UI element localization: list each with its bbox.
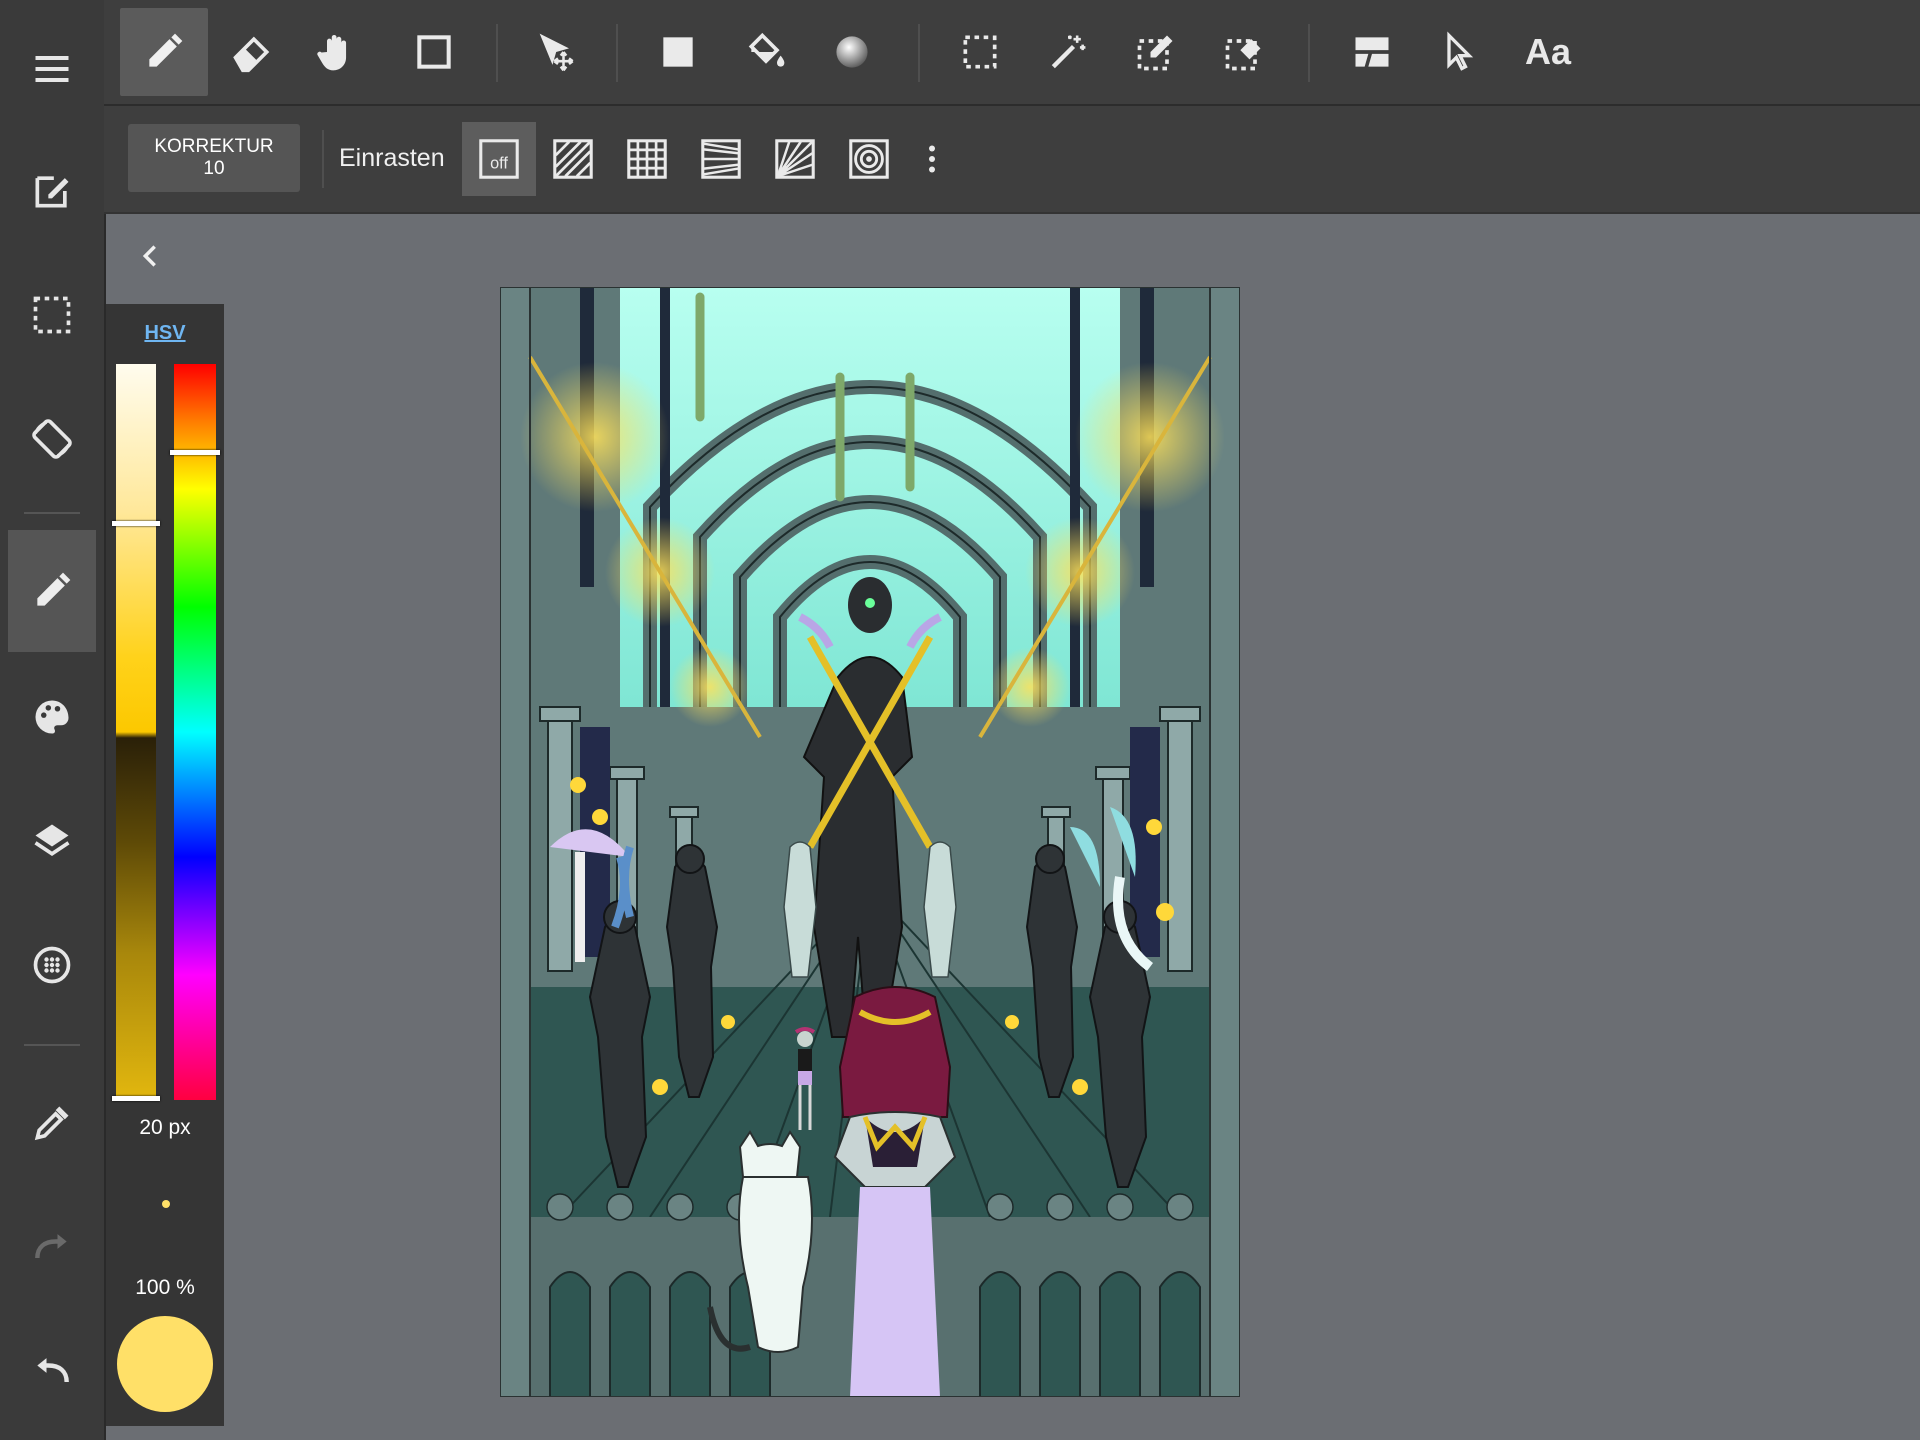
snap-off-text: off — [490, 155, 508, 173]
frame-tool-button[interactable] — [1328, 8, 1416, 96]
current-color-swatch[interactable] — [117, 1316, 213, 1412]
rotate-screen-icon — [32, 419, 72, 459]
snap-radial-icon — [775, 139, 815, 179]
select-eraser-tool-button[interactable] — [1200, 8, 1288, 96]
subbar-divider — [322, 130, 324, 188]
edit-document-icon — [35, 176, 69, 208]
pointer-tool-button[interactable] — [1416, 8, 1504, 96]
correction-label: KORREKTUR — [154, 136, 274, 157]
palette-icon — [35, 700, 69, 734]
pen-icon — [37, 572, 71, 606]
toolbar-divider — [616, 24, 618, 82]
toolbar-divider — [1308, 24, 1310, 82]
hue-slider-handle[interactable] — [170, 450, 220, 456]
selection-icon — [33, 296, 71, 334]
magic-wand-tool-button[interactable] — [1024, 8, 1112, 96]
text-tool-button[interactable]: Aa — [1504, 8, 1592, 96]
undo-button[interactable] — [8, 1316, 96, 1426]
snap-off-button[interactable]: off — [462, 122, 536, 196]
opacity-label[interactable]: 100 % — [106, 1276, 224, 1300]
chevron-left-icon — [142, 245, 156, 267]
more-vertical-icon — [929, 145, 935, 173]
pen-button[interactable] — [8, 530, 96, 652]
snap-parallel-icon — [553, 139, 593, 179]
undo-icon — [37, 1358, 69, 1383]
brush-options-bar: KORREKTUR 10 Einrasten off — [104, 106, 1920, 214]
select-eraser-icon — [1225, 39, 1261, 71]
snap-circle-button[interactable] — [832, 122, 906, 196]
artwork-illustration — [500, 287, 1240, 1397]
toolbar-divider — [496, 24, 498, 82]
snap-label: Einrasten — [339, 144, 445, 172]
palette-button[interactable] — [8, 662, 96, 772]
frame-icon — [1355, 37, 1389, 67]
layers-button[interactable] — [8, 786, 96, 896]
correction-value: 10 — [203, 158, 225, 179]
hsv-mode-link[interactable]: HSV — [106, 322, 224, 345]
snap-perspective-icon — [701, 139, 741, 179]
brush-size-label[interactable]: 20 px — [106, 1116, 224, 1140]
select-pen-icon — [1137, 35, 1173, 71]
sidebar-divider — [24, 512, 80, 514]
pointer-icon — [1447, 31, 1474, 71]
text-icon: Aa — [1524, 31, 1572, 72]
layers-icon — [34, 824, 70, 857]
correction-button[interactable]: KORREKTUR 10 — [128, 124, 300, 192]
menu-icon — [35, 55, 69, 83]
bucket-fill-tool-button[interactable] — [722, 8, 810, 96]
dots-grid-icon — [33, 946, 71, 984]
move-tool-button[interactable] — [514, 8, 602, 96]
snap-off-icon: off — [479, 139, 519, 179]
rectangle-tool-button[interactable] — [390, 8, 478, 96]
gradient-icon — [836, 36, 868, 68]
collapse-panel-button[interactable] — [136, 240, 164, 272]
color-panel: HSV 20 px 100 % — [106, 304, 224, 1426]
fill-rect-tool-button[interactable] — [634, 8, 722, 96]
snap-perspective-button[interactable] — [684, 122, 758, 196]
magic-wand-icon — [1051, 35, 1086, 69]
eyedropper-icon — [34, 1106, 69, 1141]
value-slider[interactable] — [116, 364, 156, 1100]
snap-parallel-button[interactable] — [536, 122, 610, 196]
value-slider-handle[interactable] — [112, 520, 160, 526]
select-pen-tool-button[interactable] — [1112, 8, 1200, 96]
selection-button[interactable] — [8, 260, 96, 370]
snap-grid-icon — [627, 139, 667, 179]
dots-grid-button[interactable] — [8, 910, 96, 1020]
hand-icon — [317, 34, 347, 71]
eraser-icon — [233, 36, 270, 73]
hand-tool-button[interactable] — [294, 8, 382, 96]
sidebar-divider — [24, 1044, 80, 1046]
bucket-fill-icon — [748, 32, 785, 67]
eraser-tool-button[interactable] — [208, 8, 296, 96]
saturation-slider-handle[interactable] — [112, 1096, 160, 1101]
rectangle-shape-icon — [417, 35, 451, 69]
fill-rect-icon — [663, 37, 693, 67]
toolbar-divider — [918, 24, 920, 82]
drawing-canvas[interactable] — [500, 287, 1240, 1397]
pen-icon — [149, 33, 183, 67]
top-toolbar: Aa — [104, 0, 1920, 106]
rotate-screen-button[interactable] — [8, 384, 96, 494]
snap-circle-icon — [849, 139, 889, 179]
redo-icon — [35, 1234, 67, 1259]
left-sidebar — [0, 0, 106, 1440]
brush-size-preview — [162, 1200, 170, 1208]
gradient-tool-button[interactable] — [808, 8, 896, 96]
redo-button[interactable] — [8, 1192, 96, 1302]
more-options-button[interactable] — [912, 122, 952, 196]
pen-tool-button[interactable] — [120, 8, 208, 96]
menu-button[interactable] — [8, 14, 96, 124]
edit-document-button[interactable] — [8, 136, 96, 246]
snap-radial-button[interactable] — [758, 122, 832, 196]
hue-slider[interactable] — [174, 364, 216, 1100]
select-rect-icon — [963, 35, 997, 69]
snap-grid-button[interactable] — [610, 122, 684, 196]
eyedropper-button[interactable] — [8, 1068, 96, 1178]
move-icon — [539, 33, 574, 72]
select-rect-tool-button[interactable] — [936, 8, 1024, 96]
